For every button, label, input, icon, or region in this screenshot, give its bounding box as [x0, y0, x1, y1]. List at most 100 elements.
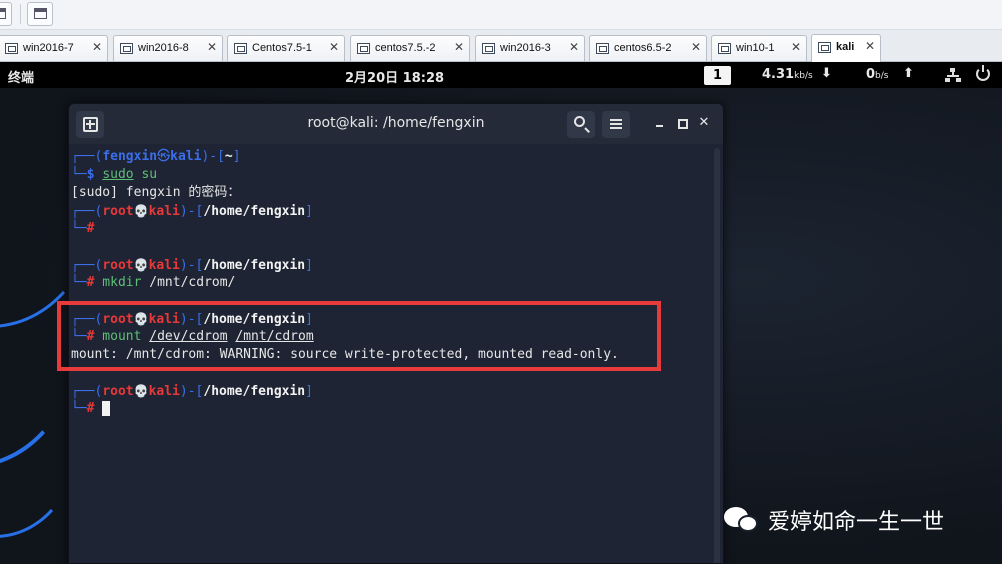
- prompt-user: fengxin: [102, 149, 158, 164]
- prompt-host: kali: [148, 384, 180, 399]
- prompt-frame: ┌──(: [71, 258, 103, 273]
- upload-value: 0: [866, 67, 876, 82]
- prompt-frame: └─: [71, 275, 87, 290]
- prompt-user: root: [102, 384, 134, 399]
- menu-button[interactable]: [602, 111, 630, 138]
- prompt-header-line: ┌──(root💀kali)-[/home/fengxin]: [71, 202, 313, 220]
- command-arg: su: [133, 167, 158, 182]
- vm-icon: [718, 43, 731, 54]
- terminal-scrollbar[interactable]: [714, 148, 720, 563]
- prompt-frame: ]: [232, 149, 241, 164]
- skull-icon: 💀: [133, 258, 149, 272]
- prompt-char: #: [86, 401, 95, 416]
- watermark-text: 爱婷如命一生一世: [768, 510, 945, 535]
- tab-label: win2016-8: [138, 42, 189, 54]
- toolbar-fit-icon[interactable]: [0, 2, 12, 26]
- prompt-user: root: [102, 258, 134, 273]
- close-window-icon[interactable]: ✕: [696, 115, 712, 131]
- download-unit: kb/s: [794, 71, 813, 81]
- wechat-watermark: 爱婷如命一生一世: [722, 500, 944, 540]
- prompt-frame: )-[: [179, 258, 204, 273]
- command-name: sudo: [102, 167, 134, 182]
- prompt-frame: ┌──(: [71, 149, 103, 164]
- vm-icon: [5, 43, 18, 54]
- tab-label: centos7.5.-2: [375, 42, 436, 54]
- command-line: └─#: [71, 400, 111, 418]
- command-line: └─# mkdir /mnt/cdrom/: [71, 274, 235, 292]
- tab-label: win10-1: [736, 42, 775, 54]
- prompt-frame: └─: [71, 167, 87, 182]
- prompt-path: /home/fengxin: [203, 204, 306, 219]
- tab-kali[interactable]: kali ✕: [811, 34, 881, 62]
- prompt-frame: )-[: [179, 384, 204, 399]
- command-line: └─$ sudo su: [71, 166, 157, 184]
- tab-label: win2016-3: [500, 42, 551, 54]
- prompt-header-line: ┌──(root💀kali)-[/home/fengxin]: [71, 256, 313, 274]
- clock[interactable]: 2月20日 18:28: [345, 67, 444, 86]
- prompt-host: kali: [148, 204, 180, 219]
- toolbar-fullscreen-icon[interactable]: [27, 2, 53, 26]
- skull-icon: 💀: [133, 204, 149, 218]
- tab-win10-1[interactable]: win10-1 ✕: [711, 35, 807, 61]
- toolbar-separator: [20, 4, 21, 24]
- prompt-path: ~: [224, 149, 233, 164]
- active-app-name[interactable]: 终端: [8, 67, 34, 86]
- tab-label: centos6.5-2: [614, 42, 672, 54]
- tab-label: kali: [836, 41, 855, 53]
- command-name: mkdir: [94, 275, 142, 290]
- vm-tab-bar: win2016-7 ✕ win2016-8 ✕ Centos7.5-1 ✕ ce…: [0, 30, 1002, 62]
- tab-close-icon[interactable]: ✕: [691, 40, 701, 54]
- tab-close-icon[interactable]: ✕: [569, 40, 579, 54]
- output-line: [sudo] fengxin 的密码：: [71, 185, 241, 200]
- search-button[interactable]: [567, 111, 595, 138]
- tab-close-icon[interactable]: ✕: [454, 40, 464, 54]
- prompt-path: /home/fengxin: [203, 384, 306, 399]
- prompt-header-line: ┌──(fengxin㉿kali)-[~]: [71, 148, 241, 166]
- prompt-frame: ]: [305, 204, 313, 219]
- download-speed: 4.31kb/s: [762, 67, 813, 82]
- network-icon[interactable]: [945, 68, 961, 82]
- prompt-frame: ┌──(: [71, 204, 103, 219]
- prompt-frame: └─: [71, 401, 87, 416]
- tab-centos7.5-2[interactable]: centos7.5.-2 ✕: [350, 35, 470, 61]
- tab-close-icon[interactable]: ✕: [329, 40, 339, 54]
- wechat-icon: [722, 503, 762, 537]
- tab-close-icon[interactable]: ✕: [92, 40, 102, 54]
- tab-win2016-7[interactable]: win2016-7 ✕: [0, 35, 108, 61]
- tab-centos7.5-1[interactable]: Centos7.5-1 ✕: [227, 35, 345, 61]
- tab-win2016-8[interactable]: win2016-8 ✕: [113, 35, 223, 61]
- terminal-titlebar[interactable]: root@kali: /home/fengxin ✕: [69, 104, 723, 144]
- tab-label: Centos7.5-1: [252, 42, 312, 54]
- prompt-frame: └─: [71, 221, 87, 236]
- vm-icon: [482, 43, 495, 54]
- maximize-icon[interactable]: [674, 115, 690, 131]
- tab-centos6.5-2[interactable]: centos6.5-2 ✕: [589, 35, 707, 61]
- prompt-char: #: [86, 221, 95, 236]
- prompt-frame: )-[: [179, 204, 204, 219]
- download-arrow-icon: ⬇: [821, 66, 832, 81]
- prompt-char: $: [86, 167, 95, 182]
- skull-icon: 💀: [133, 384, 149, 398]
- prompt-frame: ┌──(: [71, 384, 103, 399]
- minimize-icon[interactable]: [652, 115, 668, 131]
- tab-win2016-3[interactable]: win2016-3 ✕: [475, 35, 585, 61]
- command-arg: /mnt/cdrom/: [141, 275, 236, 290]
- download-value: 4.31: [762, 67, 795, 82]
- prompt-host: kali: [148, 258, 180, 273]
- tab-close-icon[interactable]: ✕: [865, 39, 875, 53]
- vm-icon: [357, 43, 370, 54]
- prompt-host: kali: [170, 149, 202, 164]
- prompt-user: root: [102, 204, 134, 219]
- workspace-indicator[interactable]: 1: [704, 66, 731, 85]
- upload-unit: b/s: [875, 71, 889, 81]
- prompt-frame: ]: [305, 258, 313, 273]
- tab-close-icon[interactable]: ✕: [207, 40, 217, 54]
- annotation-highlight-box: [57, 301, 661, 371]
- prompt-symbol: ㉿: [157, 149, 171, 164]
- prompt-frame: ]: [305, 384, 313, 399]
- tab-close-icon[interactable]: ✕: [791, 40, 801, 54]
- prompt-frame: )-[: [201, 149, 225, 164]
- power-icon[interactable]: [976, 65, 990, 81]
- hamburger-menu-icon: [610, 119, 622, 129]
- vm-icon: [120, 43, 133, 54]
